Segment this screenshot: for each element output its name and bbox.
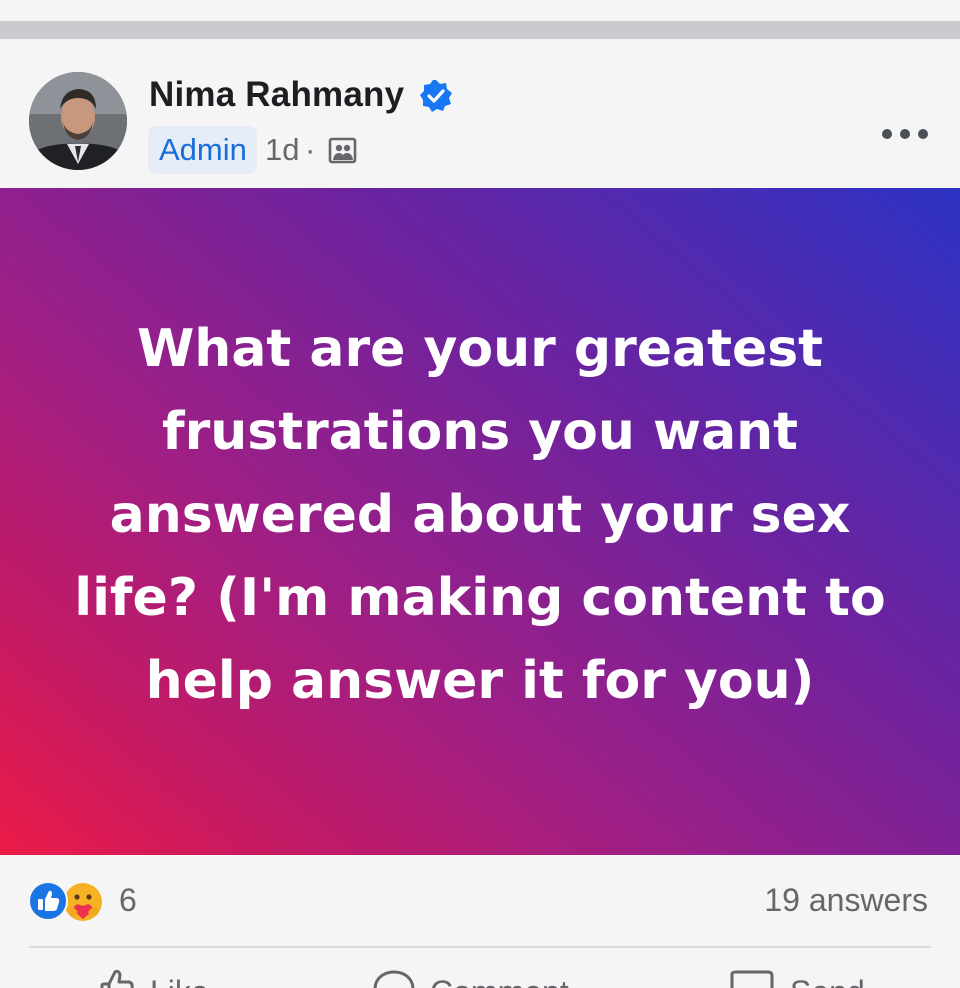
comment-button-label: Comment	[430, 974, 569, 988]
comment-icon	[373, 970, 415, 988]
care-icon	[64, 883, 102, 921]
reaction-icons[interactable]	[28, 879, 114, 923]
author-avatar[interactable]	[29, 72, 127, 170]
verified-badge-icon	[420, 80, 452, 112]
feed-divider	[0, 21, 960, 39]
author-name[interactable]: Nima Rahmany	[149, 75, 404, 115]
answers-count[interactable]: 19 answers	[764, 882, 928, 919]
send-button-label: Send	[790, 974, 865, 988]
post-timestamp[interactable]: 1d	[265, 132, 299, 168]
reaction-count[interactable]: 6	[119, 882, 137, 919]
post-content-card[interactable]: What are your greatest frustrations you …	[0, 188, 960, 855]
admin-badge: Admin	[148, 126, 257, 174]
more-options-button[interactable]	[882, 119, 928, 149]
thumbs-up-icon	[100, 969, 134, 988]
send-icon	[730, 970, 774, 988]
post-header: Nima Rahmany Admin 1d ·	[0, 39, 960, 188]
like-button-label: Like	[150, 974, 209, 988]
meta-separator: ·	[305, 132, 316, 167]
post-screen: Nima Rahmany Admin 1d · What are your gr…	[0, 0, 960, 988]
send-button[interactable]: Send	[728, 968, 865, 988]
post-action-bar: Like Comment Send	[0, 960, 960, 988]
more-options-icon	[882, 129, 892, 139]
comment-button[interactable]: Comment	[372, 968, 569, 988]
like-button[interactable]: Like	[100, 968, 209, 988]
like-icon	[28, 881, 68, 921]
group-audience-icon	[328, 137, 357, 164]
reactions-divider	[29, 946, 931, 948]
post-text: What are your greatest frustrations you …	[74, 319, 886, 711]
